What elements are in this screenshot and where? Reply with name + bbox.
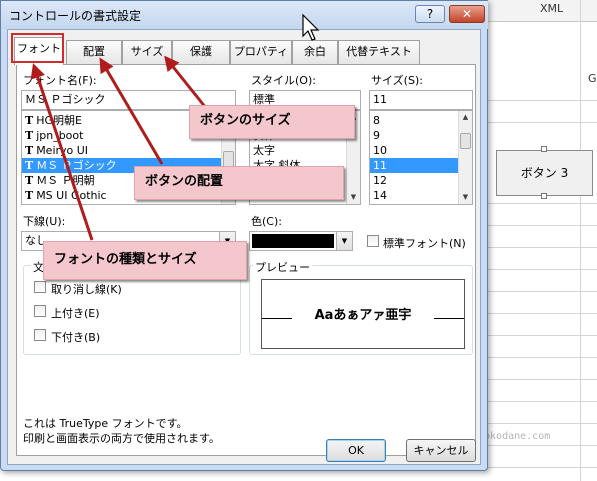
tab-alt-text-label: 代替テキスト: [346, 45, 412, 58]
style-label: スタイル(O):: [251, 74, 316, 87]
close-icon: ✕: [461, 7, 473, 21]
font-list-item-label: Meiryo UI: [36, 144, 89, 157]
size-list-item[interactable]: 10: [370, 143, 458, 158]
preview-box: Aaあぁアァ亜宇: [261, 279, 465, 349]
truetype-icon: T: [25, 114, 34, 127]
font-list-item-label: HG明朝E: [36, 114, 82, 127]
normal-font-label: 標準フォント(N): [383, 237, 466, 250]
color-swatch: [252, 234, 334, 248]
font-list-item-label: ＭＳ Ｐゴシック: [36, 159, 117, 172]
font-tab-highlight: [11, 33, 64, 63]
font-list-item[interactable]: T Meiryo UI: [22, 143, 221, 158]
tab-size[interactable]: サイズ: [122, 40, 172, 64]
ok-button-label: OK: [348, 444, 364, 457]
truetype-icon: T: [25, 129, 34, 142]
size-list-scrollbar[interactable]: ▲ ▼: [458, 111, 472, 204]
subscript-label: 下付き(B): [51, 331, 101, 344]
column-line: [580, 0, 581, 481]
ok-button[interactable]: OK: [326, 439, 386, 462]
superscript-checkbox[interactable]: [34, 305, 46, 317]
truetype-icon: T: [25, 144, 34, 157]
tab-alignment[interactable]: 配置: [66, 40, 122, 64]
color-select[interactable]: ▼: [249, 231, 353, 251]
resize-handle[interactable]: [541, 193, 547, 199]
truetype-icon: T: [25, 159, 34, 172]
close-button[interactable]: ✕: [449, 5, 485, 23]
size-list-item[interactable]: 9: [370, 128, 458, 143]
size-list-items: 8 9 10 11 12 14: [370, 113, 458, 203]
size-label: サイズ(S):: [371, 74, 423, 87]
resize-handle[interactable]: [541, 146, 547, 152]
size-list-item[interactable]: 8: [370, 113, 458, 128]
info-line-1: これは TrueType フォントです。: [23, 417, 188, 430]
tab-properties[interactable]: プロパティ: [230, 40, 292, 64]
superscript-label: 上付き(E): [51, 307, 100, 320]
font-list-item-label: MS UI Gothic: [36, 189, 107, 202]
dialog-title: コントロールの書式設定: [9, 9, 142, 23]
chevron-down-icon[interactable]: ▼: [336, 232, 352, 250]
tab-alt-text[interactable]: 代替テキスト: [338, 40, 420, 64]
sheet-form-button[interactable]: ボタン 3: [496, 150, 593, 196]
tab-properties-label: プロパティ: [233, 45, 289, 58]
font-list-item-label: ＭＳ Ｐ明朝: [36, 174, 95, 187]
truetype-icon: T: [25, 174, 34, 187]
size-list[interactable]: 8 9 10 11 12 14 ▲ ▼: [369, 110, 473, 205]
help-button[interactable]: ?: [415, 5, 445, 23]
tab-protection[interactable]: 保護: [172, 40, 230, 64]
tab-alignment-label: 配置: [83, 45, 105, 58]
underline-label: 下線(U):: [23, 215, 66, 228]
font-list-item-label: jpn_boot: [36, 129, 84, 142]
strikethrough-label: 取り消し線(K): [51, 283, 122, 296]
preview-text: Aaあぁアァ亜宇: [314, 308, 412, 323]
scroll-down-icon[interactable]: ▼: [459, 191, 472, 204]
watermark: kokodane.com: [478, 431, 551, 442]
color-label: 色(C):: [251, 215, 282, 228]
mouse-pointer-icon: [302, 13, 322, 45]
scroll-down-icon[interactable]: ▼: [347, 191, 360, 204]
info-line-2: 印刷と画面表示の両方で使用されます。: [23, 432, 220, 445]
title-bar[interactable]: コントロールの書式設定 ? ✕: [1, 1, 488, 29]
size-list-item[interactable]: 14: [370, 188, 458, 203]
size-list-item[interactable]: 12: [370, 173, 458, 188]
callout-button-alignment: ボタンの配置: [134, 166, 344, 200]
cancel-button[interactable]: キャンセル: [406, 439, 476, 462]
tab-margins-label: 余白: [304, 45, 326, 58]
scroll-thumb[interactable]: [460, 133, 471, 149]
callout-button-size: ボタンのサイズ: [189, 105, 355, 139]
truetype-icon: T: [25, 189, 34, 202]
format-control-dialog: コントロールの書式設定 ? ✕ フォント 配置 サイズ 保護 プロパティ 余白 …: [0, 0, 488, 471]
cancel-button-label: キャンセル: [413, 444, 469, 457]
size-list-item-selected[interactable]: 11: [370, 158, 458, 173]
font-name-label: フォント名(F):: [23, 74, 97, 87]
size-input[interactable]: 11: [369, 90, 473, 110]
scroll-up-icon[interactable]: ▲: [459, 111, 472, 124]
preview-group-label: プレビュー: [253, 259, 312, 275]
strikethrough-checkbox[interactable]: [34, 281, 46, 293]
tab-size-label: サイズ: [130, 45, 164, 58]
callout-font-type-size: フォントの種類とサイズ: [43, 241, 247, 280]
sheet-form-button-label: ボタン 3: [520, 166, 569, 180]
column-header-xml[interactable]: XML: [540, 0, 563, 18]
help-icon: ?: [426, 7, 434, 21]
style-list-item[interactable]: 太字: [250, 143, 346, 158]
normal-font-checkbox[interactable]: [367, 235, 379, 247]
subscript-checkbox[interactable]: [34, 329, 46, 341]
column-header-g[interactable]: G: [588, 72, 597, 85]
tab-protection-label: 保護: [190, 45, 212, 58]
